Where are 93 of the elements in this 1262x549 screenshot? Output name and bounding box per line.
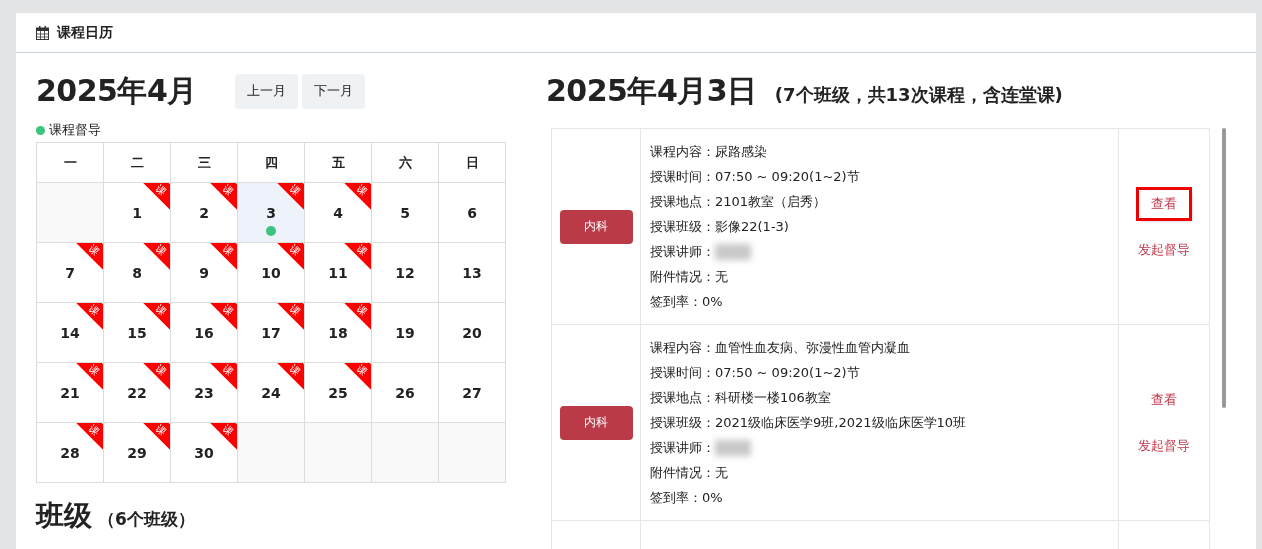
- legend-label: 课程督导: [49, 121, 101, 139]
- day-number: 3: [266, 204, 276, 221]
- day-number: 25: [328, 384, 348, 401]
- blurred-name-mark: [715, 243, 751, 260]
- day-number: 13: [462, 264, 482, 281]
- day-cell[interactable]: 21 课: [37, 363, 104, 423]
- day-number: 19: [395, 324, 415, 341]
- day-number: 17: [261, 324, 281, 341]
- day-cell[interactable]: 3 课: [238, 183, 305, 243]
- day-cell[interactable]: 30 课: [171, 423, 238, 483]
- department-tag: 内科: [559, 209, 633, 244]
- day-cell[interactable]: 25 课: [305, 363, 372, 423]
- day-cell[interactable]: 23 课: [171, 363, 238, 423]
- day-cell[interactable]: 24 课: [238, 363, 305, 423]
- day-cell[interactable]: 6: [439, 183, 506, 243]
- day-cell[interactable]: 18 课: [305, 303, 372, 363]
- course-detail: 授课时间：07:50 ~ 09:20(1~2)节: [650, 168, 860, 186]
- day-number: 29: [127, 444, 147, 461]
- blurred-name-mark: [715, 439, 751, 456]
- day-number: 26: [395, 384, 415, 401]
- day-cell[interactable]: 10 课: [238, 243, 305, 303]
- action-link[interactable]: 发起督导: [1126, 431, 1202, 460]
- day-cell[interactable]: 17 课: [238, 303, 305, 363]
- course-detail: 授课地点：科研楼一楼106教室: [650, 389, 831, 407]
- class-count: （6个班级）: [98, 508, 195, 531]
- course-detail: 授课时间：07:50 ~ 09:20(1~2)节: [650, 364, 860, 382]
- day-cell[interactable]: 5: [372, 183, 439, 243]
- day-cell[interactable]: 27: [439, 363, 506, 423]
- day-cell[interactable]: 19: [372, 303, 439, 363]
- course-detail: 授课地点：2101教室（启秀）: [650, 193, 827, 211]
- day-cell[interactable]: 29 课: [104, 423, 171, 483]
- day-number: 20: [462, 324, 482, 341]
- course-detail: 授课班级：影像22(1-3): [650, 218, 789, 236]
- action-link[interactable]: 发起督导: [1126, 235, 1202, 264]
- day-cell[interactable]: 4 课: [305, 183, 372, 243]
- day-cell[interactable]: 11 课: [305, 243, 372, 303]
- day-number: 24: [261, 384, 281, 401]
- course-detail: 课程内容：血管性血友病、弥漫性血管内凝血: [650, 339, 910, 357]
- day-cell[interactable]: 7 课: [37, 243, 104, 303]
- day-number: 12: [395, 264, 415, 281]
- day-number: 30: [194, 444, 214, 461]
- day-cell[interactable]: 28 课: [37, 423, 104, 483]
- day-number: 15: [127, 324, 147, 341]
- day-number: 1: [132, 204, 142, 221]
- day-cell[interactable]: 2 课: [171, 183, 238, 243]
- course-detail: 签到率：0%: [650, 293, 723, 311]
- course-detail: 签到率：0%: [650, 489, 723, 507]
- action-link[interactable]: 查看: [1139, 189, 1189, 218]
- day-cell[interactable]: 26: [372, 363, 439, 423]
- day-number: 27: [462, 384, 482, 401]
- day-cell[interactable]: 1 课: [104, 183, 171, 243]
- course-detail: 授课讲师：: [650, 439, 715, 457]
- date-summary: (7个班级，共13次课程，含连堂课): [774, 83, 1063, 107]
- day-cell[interactable]: 20: [439, 303, 506, 363]
- day-cell[interactable]: 13: [439, 243, 506, 303]
- calendar-icon: [36, 25, 49, 40]
- day-number: 6: [467, 204, 477, 221]
- day-number: 16: [194, 324, 214, 341]
- section-title: 班级: [36, 498, 92, 534]
- day-number: 23: [194, 384, 214, 401]
- day-cell[interactable]: 9 课: [171, 243, 238, 303]
- day-cell[interactable]: 15 课: [104, 303, 171, 363]
- day-number: 28: [60, 444, 80, 461]
- day-cell[interactable]: 14 课: [37, 303, 104, 363]
- course-detail: 授课班级：2021级临床医学9班,2021级临床医学10班: [650, 414, 967, 432]
- day-number: 9: [199, 264, 209, 281]
- month-nav-button[interactable]: 下一月: [301, 73, 365, 109]
- day-cell[interactable]: 16 课: [171, 303, 238, 363]
- day-number: 5: [400, 204, 410, 221]
- course-detail: 附件情况：无: [650, 464, 728, 482]
- day-cell[interactable]: 12: [372, 243, 439, 303]
- month-nav-button[interactable]: 上一月: [234, 73, 298, 109]
- day-number: 10: [261, 264, 281, 281]
- course-detail: 课程内容：尿路感染: [650, 143, 767, 161]
- panel-title: 课程日历: [57, 23, 113, 42]
- day-number: 22: [127, 384, 147, 401]
- day-cell[interactable]: 8 课: [104, 243, 171, 303]
- course-detail: 附件情况：无: [650, 268, 728, 286]
- date-title: 2025年4月3日: [546, 72, 757, 110]
- day-number: 14: [60, 324, 80, 341]
- day-number: 11: [328, 264, 348, 281]
- scrollbar[interactable]: [1222, 128, 1226, 408]
- day-number: 4: [333, 204, 343, 221]
- day-number: 18: [328, 324, 348, 341]
- day-number: 21: [60, 384, 80, 401]
- day-number: 2: [199, 204, 209, 221]
- day-number: 8: [132, 264, 142, 281]
- day-cell[interactable]: 22 课: [104, 363, 171, 423]
- day-number: 7: [65, 264, 75, 281]
- action-link[interactable]: 查看: [1139, 385, 1189, 414]
- department-tag: 内科: [559, 405, 633, 440]
- course-detail: 授课讲师：: [650, 243, 715, 261]
- month-title: 2025年4月: [36, 71, 197, 110]
